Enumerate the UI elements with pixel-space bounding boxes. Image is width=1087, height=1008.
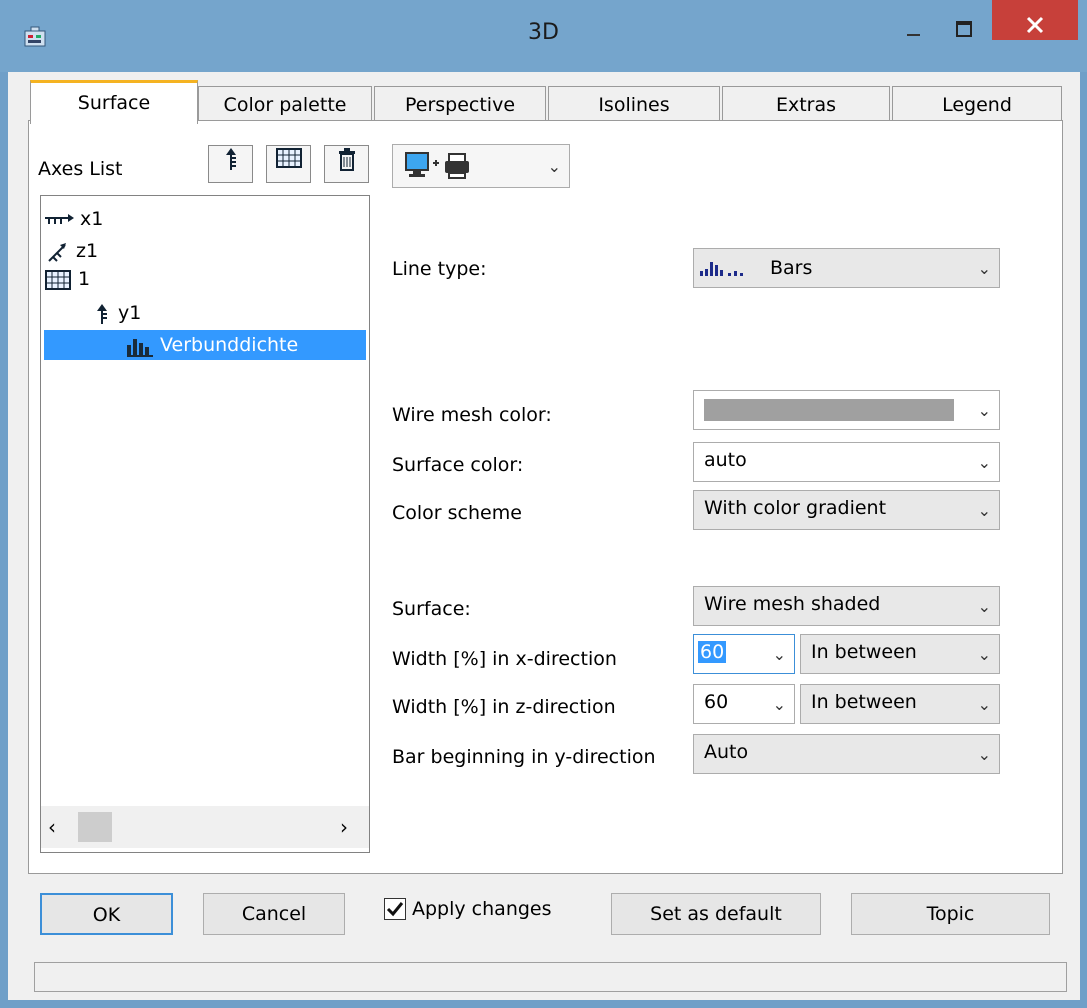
- chevron-down-icon: ⌄: [772, 695, 786, 714]
- width-x-value: 60: [698, 641, 727, 663]
- apply-changes-checkbox[interactable]: [384, 898, 406, 920]
- x-axis-icon: [45, 213, 74, 224]
- surface-select[interactable]: Wire mesh shaded ⌄: [693, 586, 1000, 626]
- grid-icon: [45, 269, 71, 290]
- chevron-down-icon: ⌄: [977, 453, 991, 472]
- chevron-down-icon: ⌄: [772, 645, 786, 664]
- tree-item-x1[interactable]: x1: [44, 206, 103, 232]
- width-x-mode-select[interactable]: In between ⌄: [800, 634, 1000, 674]
- bar-beginning-select[interactable]: Auto ⌄: [693, 734, 1000, 774]
- tab-surface[interactable]: Surface: [30, 80, 198, 124]
- width-x-input[interactable]: 60 ⌄: [693, 634, 795, 674]
- chevron-down-icon: ⌄: [547, 157, 561, 176]
- bar-beginning-label: Bar beginning in y-direction: [392, 746, 656, 768]
- chevron-down-icon: ⌄: [977, 645, 991, 664]
- line-type-label: Line type:: [392, 258, 487, 280]
- surface-label: Surface:: [392, 598, 471, 620]
- color-scheme-label: Color scheme: [392, 502, 522, 524]
- grid-icon: [275, 148, 302, 168]
- axes-list-label: Axes List: [38, 158, 123, 180]
- chevron-down-icon: ⌄: [977, 745, 991, 764]
- bar-beginning-value: Auto: [704, 741, 749, 763]
- scroll-right-icon[interactable]: ›: [340, 812, 364, 842]
- maximize-button[interactable]: [940, 0, 988, 40]
- tab-color-palette[interactable]: Color palette: [198, 86, 372, 122]
- width-z-label: Width [%] in z-direction: [392, 696, 616, 718]
- width-z-mode-select[interactable]: In between ⌄: [800, 684, 1000, 724]
- add-axis-button[interactable]: [208, 145, 253, 183]
- color-scheme-value: With color gradient: [704, 497, 887, 519]
- tree-item-1[interactable]: 1: [44, 266, 90, 292]
- z-axis-icon: [48, 242, 66, 262]
- color-scheme-select[interactable]: With color gradient ⌄: [693, 490, 1000, 530]
- scroll-left-icon[interactable]: ‹: [48, 812, 72, 842]
- width-z-mode-value: In between: [811, 691, 917, 713]
- tab-legend[interactable]: Legend: [892, 86, 1062, 122]
- width-x-mode-value: In between: [811, 641, 917, 663]
- chevron-down-icon: ⌄: [977, 597, 991, 616]
- close-icon: [1026, 16, 1044, 34]
- axes-tree[interactable]: [40, 195, 370, 853]
- apply-changes-label[interactable]: Apply changes: [412, 898, 552, 920]
- bars-line-type-icon: [700, 262, 743, 276]
- chevron-down-icon: ⌄: [977, 401, 991, 420]
- chevron-down-icon: ⌄: [977, 259, 991, 278]
- wire-mesh-color-label: Wire mesh color:: [392, 404, 552, 426]
- output-target-combo[interactable]: ⌄: [392, 144, 570, 188]
- scrollbar-thumb[interactable]: [78, 812, 112, 842]
- line-type-select[interactable]: Bars ⌄: [693, 248, 1000, 288]
- minimize-button[interactable]: [890, 0, 938, 40]
- status-bar: [34, 962, 1067, 992]
- width-x-label: Width [%] in x-direction: [392, 648, 617, 670]
- chevron-down-icon: ⌄: [977, 501, 991, 520]
- screen-printer-icon: [405, 152, 469, 179]
- tab-isolines[interactable]: Isolines: [548, 86, 720, 122]
- tab-extras[interactable]: Extras: [722, 86, 890, 122]
- trash-icon: [338, 148, 355, 171]
- set-as-default-button[interactable]: Set as default: [611, 893, 821, 935]
- y-axis-icon: [225, 148, 236, 170]
- delete-button[interactable]: [324, 145, 369, 183]
- chevron-down-icon: ⌄: [977, 695, 991, 714]
- color-swatch: [704, 399, 954, 421]
- surface-value: Wire mesh shaded: [704, 593, 881, 615]
- surface-color-label: Surface color:: [392, 454, 524, 476]
- width-z-value: 60: [704, 691, 729, 713]
- cancel-button[interactable]: Cancel: [203, 893, 345, 935]
- check-icon: [386, 902, 404, 917]
- y-axis-icon: [97, 303, 107, 324]
- bar-chart-icon: [127, 338, 153, 357]
- ok-button[interactable]: OK: [40, 893, 173, 935]
- surface-color-value: auto: [704, 449, 747, 471]
- line-type-value: Bars: [770, 257, 813, 279]
- surface-color-select[interactable]: auto ⌄: [693, 442, 1000, 482]
- tree-item-verbunddichte[interactable]: Verbunddichte: [44, 330, 366, 360]
- width-z-input[interactable]: 60 ⌄: [693, 684, 795, 724]
- wire-mesh-color-select[interactable]: ⌄: [693, 390, 1000, 430]
- tab-perspective[interactable]: Perspective: [374, 86, 546, 122]
- close-button[interactable]: [992, 0, 1078, 40]
- tree-item-y1[interactable]: y1: [92, 300, 141, 326]
- topic-button[interactable]: Topic: [851, 893, 1050, 935]
- tree-item-z1[interactable]: z1: [46, 238, 98, 264]
- add-grid-button[interactable]: [266, 145, 311, 183]
